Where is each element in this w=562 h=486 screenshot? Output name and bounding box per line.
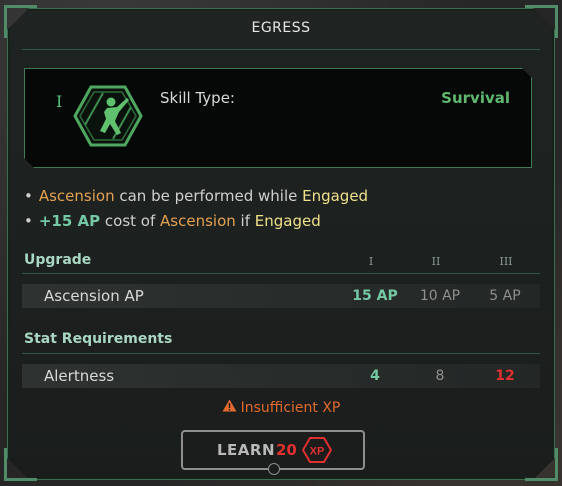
upgrade-divider <box>22 273 540 274</box>
tier-header-3: III <box>499 255 513 268</box>
requirement-row-label: Alertness <box>44 367 115 385</box>
requirement-value-tier-2: 8 <box>435 368 445 384</box>
upgrade-value-tier-1: 15 AP <box>352 288 398 304</box>
xp-icon: XP <box>302 437 332 463</box>
frame-corner-bottom-right <box>525 448 558 481</box>
learn-cost: 20 <box>276 441 297 459</box>
running-figure-shield-icon <box>73 85 143 147</box>
keyword-ascension: Ascension <box>160 212 236 230</box>
requirements-divider <box>22 353 540 354</box>
bullet-text: if <box>235 212 255 230</box>
upgrade-row-label: Ascension AP <box>44 287 144 305</box>
skill-tier-mark: I <box>56 92 63 111</box>
warning-icon <box>222 399 237 412</box>
learn-button-label: LEARN <box>217 441 276 459</box>
effect-bullet: • Ascension can be performed while Engage… <box>24 187 368 205</box>
skill-type-value: Survival <box>441 89 510 107</box>
xp-icon-label: XP <box>310 446 325 458</box>
keyword-engaged: Engaged <box>302 187 369 205</box>
bullet-dot: • <box>24 187 33 205</box>
effect-bullet: • +15 AP cost of Ascension if Engaged <box>24 212 321 230</box>
skill-type-label: Skill Type: <box>160 89 235 107</box>
bullet-dot: • <box>24 212 33 230</box>
warning-text: Insufficient XP <box>240 400 341 416</box>
title-divider <box>22 49 540 50</box>
keyword-ap-cost: +15 AP <box>38 212 101 230</box>
upgrade-value-tier-3: 5 AP <box>489 288 521 304</box>
bullet-text: can be performed while <box>114 187 303 205</box>
panel-title: EGRESS <box>251 20 311 36</box>
upgrade-heading: Upgrade <box>24 252 92 268</box>
frame-corner-bottom-left <box>4 448 37 481</box>
keyword-ascension: Ascension <box>38 187 115 205</box>
tier-header-1: I <box>368 255 374 268</box>
keyword-engaged: Engaged <box>254 212 321 230</box>
upgrade-value-tier-2: 10 AP <box>419 288 461 304</box>
requirement-value-tier-1: 4 <box>370 368 380 384</box>
bullet-text: cost of <box>100 212 161 230</box>
requirement-value-tier-3: 12 <box>495 368 515 384</box>
stat-requirements-heading: Stat Requirements <box>24 331 173 347</box>
tier-header-2: II <box>431 255 441 268</box>
insufficient-xp-warning: Insufficient XP <box>0 399 562 416</box>
controller-button-icon <box>268 463 280 475</box>
